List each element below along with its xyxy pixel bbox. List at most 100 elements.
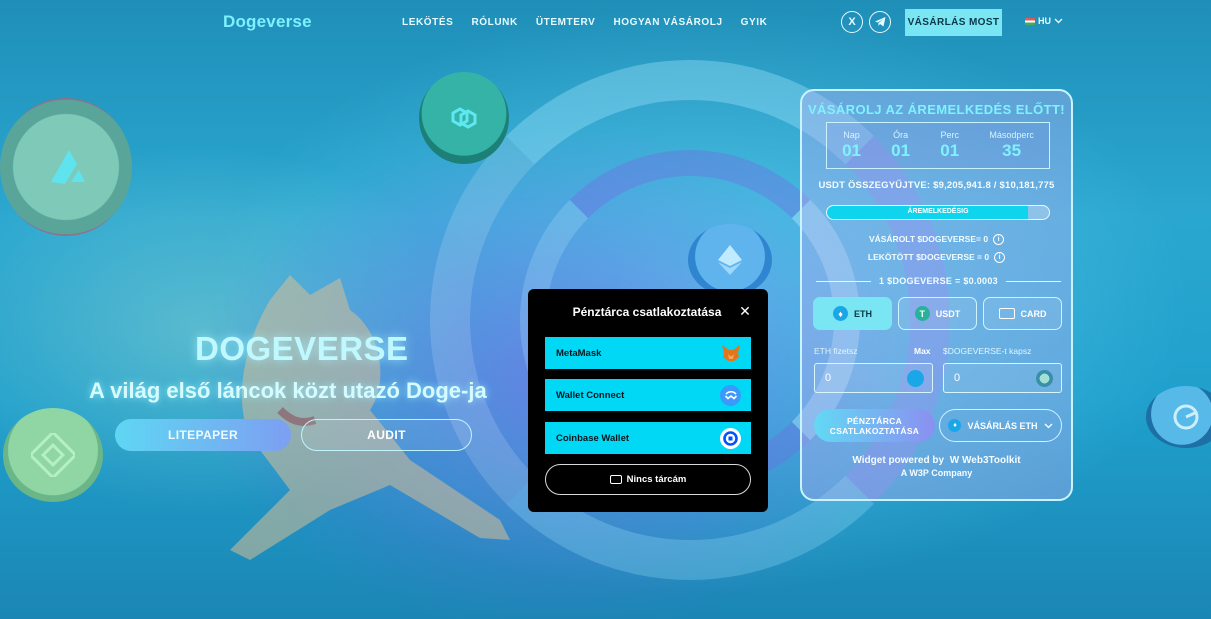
modal-title: Pénztárca csatlakoztatása <box>572 305 722 319</box>
pay-amount-input[interactable]: 0 <box>814 363 933 393</box>
polygon-icon <box>451 107 477 129</box>
pay-label: ETH fizetsz <box>814 346 858 356</box>
arbitrum-icon <box>51 150 85 184</box>
timer-days: Nap 01 <box>842 130 861 161</box>
arbitrum-coin <box>0 98 132 236</box>
dogeverse-token-icon <box>1036 370 1053 387</box>
timer-label: Perc <box>940 130 959 140</box>
connect-wallet-modal: Pénztárca csatlakoztatása ✕ MetaMask Wal… <box>528 289 768 512</box>
language-label: HU <box>1038 16 1051 26</box>
tab-eth[interactable]: ♦ ETH <box>813 297 892 330</box>
nav-item-how-to-buy[interactable]: HOGYAN VÁSÁROLJ <box>613 17 722 28</box>
purchased-label: VÁSÁROLT $DOGEVERSE= 0 <box>868 234 989 244</box>
token-price: 1 $DOGEVERSE = $0.0003 <box>816 274 1062 288</box>
language-selector[interactable]: HU <box>1025 16 1063 26</box>
timer-value: 01 <box>842 141 861 160</box>
top-header: Dogeverse LEKÖTÉS RÓLUNK ÜTEMTERV HOGYAN… <box>0 0 1211 46</box>
price-label: 1 $DOGEVERSE = $0.0003 <box>879 276 998 286</box>
progress-label: ÁREMELKEDÉSIG <box>907 208 969 215</box>
wallet-label: Coinbase Wallet <box>556 432 630 444</box>
ethereum-icon <box>718 245 742 275</box>
company-label: A W3P Company <box>900 468 973 478</box>
countdown-timer: Nap 01 Óra 01 Perc 01 Másodperc 35 <box>826 122 1050 169</box>
eth-icon: ♦ <box>948 419 962 432</box>
litepaper-button[interactable]: LITEPAPER <box>115 419 291 451</box>
wallet-option-metamask[interactable]: MetaMask <box>545 337 751 369</box>
x-twitter-icon[interactable]: X <box>841 11 863 33</box>
timer-minutes: Perc 01 <box>940 130 959 161</box>
timer-value: 01 <box>891 141 911 160</box>
wallet-label: Wallet Connect <box>556 389 625 401</box>
timer-seconds: Másodperc 35 <box>989 130 1034 161</box>
tab-label: CARD <box>1020 308 1047 319</box>
polygon-coin <box>419 72 509 164</box>
buy-eth-label: VÁSÁRLÁS ETH <box>967 420 1038 431</box>
timer-label: Másodperc <box>989 130 1034 140</box>
info-icon[interactable]: i <box>993 234 1005 246</box>
nav-item-staking[interactable]: LEKÖTÉS <box>402 17 453 28</box>
widget-title: VÁSÁROLJ AZ ÁREMELKEDÉS ELŐTT! <box>807 102 1066 117</box>
tab-card[interactable]: CARD <box>983 297 1062 330</box>
chevron-down-icon <box>1054 18 1063 24</box>
partial-coin-right <box>1146 386 1211 448</box>
hungary-flag-icon <box>1025 17 1035 25</box>
timer-label: Nap <box>843 130 860 140</box>
divider <box>1005 280 1062 282</box>
purchased-stat: VÁSÁROLT $DOGEVERSE= 0 i <box>802 234 1071 246</box>
wallet-label: MetaMask <box>556 347 602 359</box>
connect-wallet-button[interactable]: PÉNZTÁRCA CSATLAKOZTATÁSA <box>814 409 935 442</box>
card-icon <box>998 308 1015 319</box>
receive-amount-value: 0 <box>954 372 961 384</box>
coin-symbol-icon <box>1173 404 1199 430</box>
powered-by-label: Widget powered by <box>852 455 945 466</box>
info-icon[interactable]: i <box>994 252 1006 264</box>
chevron-down-icon <box>1044 423 1052 428</box>
timer-hours: Óra 01 <box>891 130 910 161</box>
pay-amount-value: 0 <box>825 372 832 384</box>
timer-value: 01 <box>940 141 960 160</box>
eth-icon <box>907 370 924 387</box>
hero-subtitle: A világ első láncok közt utazó Doge-ja <box>89 378 487 403</box>
usdt-raised: USDT ÖSSZEGYŰJTVE: $9,205,941.8 / $10,18… <box>818 180 1055 191</box>
wallet-option-walletconnect[interactable]: Wallet Connect <box>545 379 751 411</box>
tab-label: ETH <box>854 308 872 319</box>
close-icon[interactable]: ✕ <box>737 303 753 319</box>
coinbase-icon <box>720 427 741 449</box>
tab-usdt[interactable]: T USDT <box>898 297 977 330</box>
price-progress-bar: ÁREMELKEDÉSIG <box>826 205 1050 220</box>
timer-label: Óra <box>893 130 909 140</box>
wallet-icon <box>609 475 622 484</box>
usdt-icon: T <box>914 306 930 321</box>
nav-item-roadmap[interactable]: ÜTEMTERV <box>536 17 596 28</box>
timer-value: 35 <box>1002 141 1022 160</box>
no-wallet-label: Nincs tárcám <box>626 474 687 485</box>
powered-by: Widget powered by W Web3Toolkit <box>802 455 1071 466</box>
buy-eth-button[interactable]: ♦ VÁSÁRLÁS ETH <box>939 409 1062 442</box>
web3toolkit-logo-icon: W <box>949 455 960 466</box>
main-nav: LEKÖTÉS RÓLUNK ÜTEMTERV HOGYAN VÁSÁROLJ … <box>402 17 768 28</box>
site-logo[interactable]: Dogeverse <box>223 12 312 32</box>
audit-button[interactable]: AUDIT <box>301 419 472 451</box>
tab-label: USDT <box>935 308 961 319</box>
eth-icon: ♦ <box>833 306 848 321</box>
staked-stat: LEKÖTÖTT $DOGEVERSE = 0 i <box>802 252 1071 264</box>
nav-item-faq[interactable]: GYIK <box>741 17 768 28</box>
no-wallet-button[interactable]: Nincs tárcám <box>545 464 751 495</box>
metamask-fox-icon <box>720 343 741 364</box>
receive-label: $DOGEVERSE-t kapsz <box>943 346 1032 356</box>
telegram-icon[interactable] <box>869 11 891 33</box>
buy-now-button[interactable]: VÁSÁRLÁS MOST <box>905 9 1002 36</box>
bnb-icon <box>31 433 75 477</box>
nav-item-about[interactable]: RÓLUNK <box>471 17 517 28</box>
walletconnect-icon <box>720 384 741 406</box>
divider <box>816 280 872 282</box>
max-button[interactable]: Max <box>914 346 931 356</box>
ethereum-coin <box>688 224 772 296</box>
web3toolkit-name[interactable]: Web3Toolkit <box>962 455 1021 466</box>
wallet-option-coinbase[interactable]: Coinbase Wallet <box>545 422 751 454</box>
bnb-coin <box>3 408 103 502</box>
hero-title: DOGEVERSE <box>195 330 409 367</box>
receive-amount-input[interactable]: 0 <box>943 363 1062 393</box>
staked-label: LEKÖTÖTT $DOGEVERSE = 0 <box>867 252 990 262</box>
presale-widget: VÁSÁROLJ AZ ÁREMELKEDÉS ELŐTT! Nap 01 Ór… <box>800 89 1073 501</box>
